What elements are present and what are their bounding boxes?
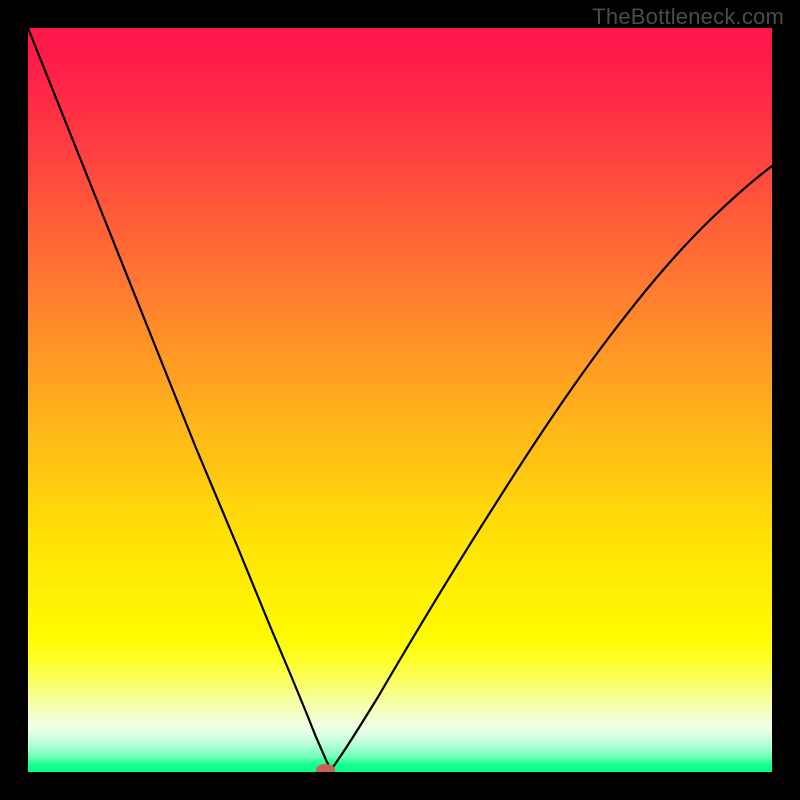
bottleneck-curve <box>28 28 772 772</box>
optimal-point-marker <box>316 764 335 772</box>
watermark-text: TheBottleneck.com <box>592 4 784 30</box>
plot-area <box>28 28 772 772</box>
bottleneck-curve-path <box>28 28 772 770</box>
